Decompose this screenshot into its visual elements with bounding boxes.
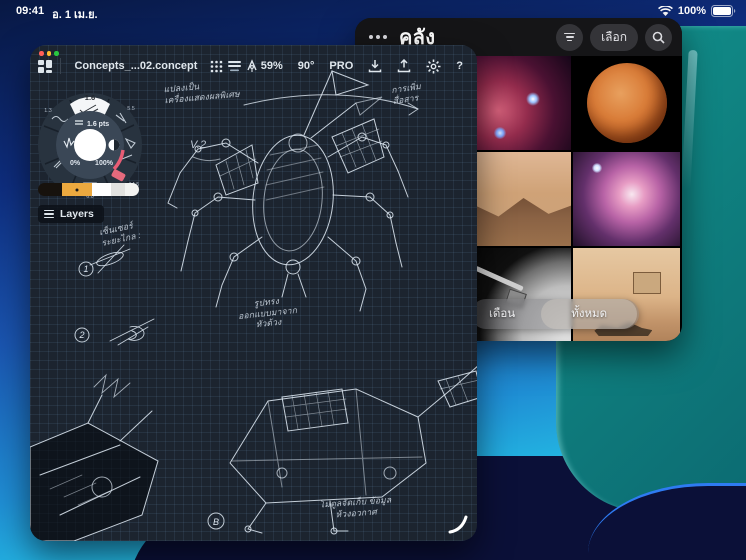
concepts-toolbar: Concepts_...02.concept (30, 53, 477, 79)
battery-icon (711, 5, 736, 17)
window-options-icon[interactable] (369, 35, 387, 39)
annotation-version: V.2 (190, 139, 206, 153)
photo-thumbnail-desert-mountains[interactable] (464, 152, 571, 246)
opacity-max-label: 100% (95, 160, 114, 167)
select-button[interactable]: เลือก (590, 24, 638, 51)
opacity-min-label: 0% (70, 160, 81, 167)
color-swatch-black[interactable] (38, 183, 62, 196)
layers-label: Layers (60, 208, 94, 220)
tab-months[interactable]: เดือน (489, 305, 515, 323)
pro-badge[interactable]: PRO (329, 60, 353, 72)
size-soft-pencil: 1.3 (44, 108, 52, 114)
color-swatch-orange-selected[interactable] (62, 183, 92, 196)
search-icon (652, 31, 665, 44)
settings-gear-icon[interactable] (426, 59, 441, 74)
tab-all-photos[interactable]: ทั้งหมด (541, 299, 637, 329)
sketch-marker-b: B (213, 517, 219, 527)
library-view-segment: เดือน ทั้งหมด (471, 299, 639, 329)
export-icon[interactable] (397, 59, 411, 73)
sketch-marker-2: 2 (78, 330, 84, 340)
color-swatch-lightgray[interactable] (111, 183, 125, 196)
search-button[interactable] (645, 24, 672, 51)
tool-wheel-center[interactable] (74, 129, 106, 161)
help-button[interactable]: ? (456, 60, 463, 72)
window-resize-handle[interactable] (447, 513, 469, 535)
rotation-value[interactable]: 90° (298, 60, 315, 72)
layers-button[interactable]: Layers (38, 205, 104, 223)
color-palette (38, 183, 139, 196)
filter-button[interactable] (556, 24, 583, 51)
filter-icon (564, 33, 575, 42)
selected-color-dot (76, 188, 79, 191)
import-icon[interactable] (368, 59, 382, 73)
document-title: Concepts_...02.concept (74, 60, 197, 72)
pen-nib-icon (245, 59, 259, 73)
annotation-beetle-shape: รูปทรง ออกแบบมาจาก หัวด้วง (236, 294, 298, 332)
gallery-icon (38, 60, 52, 73)
hamburger-icon (44, 210, 54, 219)
color-swatch-white[interactable] (92, 183, 111, 196)
ipad-screen: 09:41 อ. 1 เม.ย. 100% คลัง (0, 0, 746, 560)
annotation-storage-module: โมดูลจัดเก็บ ข้อมูล ห้วงอวกาศ (319, 495, 392, 521)
annotation-sensors: เซ็นเซอร์ ระยะไกล : (98, 219, 141, 248)
color-swatch-offwhite[interactable] (125, 183, 139, 196)
annotation-comms: การเพิ่ม สื่อสาร (391, 81, 423, 106)
layers-icon (227, 60, 242, 73)
date: อ. 1 เม.ย. (52, 5, 97, 23)
precision-grid-button[interactable] (207, 56, 225, 76)
concepts-window: Concepts_...02.concept (30, 45, 477, 541)
gallery-button[interactable] (36, 56, 54, 76)
annotation-transform: แปลงเป็น เครื่องแสดงผลพิเศษ (163, 78, 240, 106)
layers-panel-button[interactable] (225, 56, 243, 76)
size-airbrush: 5.5 (127, 106, 135, 112)
maximize-icon[interactable] (54, 51, 59, 56)
photo-thumbnail-horsehead-nebula[interactable] (464, 56, 571, 150)
wifi-icon (658, 6, 673, 17)
minimize-icon[interactable] (47, 51, 52, 56)
window-controls[interactable] (39, 51, 59, 56)
photo-thumbnail-mars[interactable] (573, 56, 680, 150)
zoom-level[interactable]: 59% (261, 60, 283, 72)
divider (60, 58, 61, 74)
stroke-size-readout: 1.6 pts (87, 121, 109, 128)
shape-guides-button[interactable] (243, 56, 261, 76)
photo-thumbnail-orion-nebula[interactable] (573, 152, 680, 246)
sketch-marker-1: 1 (83, 264, 88, 274)
selected-size-label: 1.6 (85, 93, 95, 102)
clock: 09:41 (16, 5, 44, 23)
close-icon[interactable] (39, 51, 44, 56)
satellite-arm (474, 266, 524, 292)
grid-dots-icon (210, 60, 223, 73)
battery-percent: 100% (678, 5, 706, 17)
